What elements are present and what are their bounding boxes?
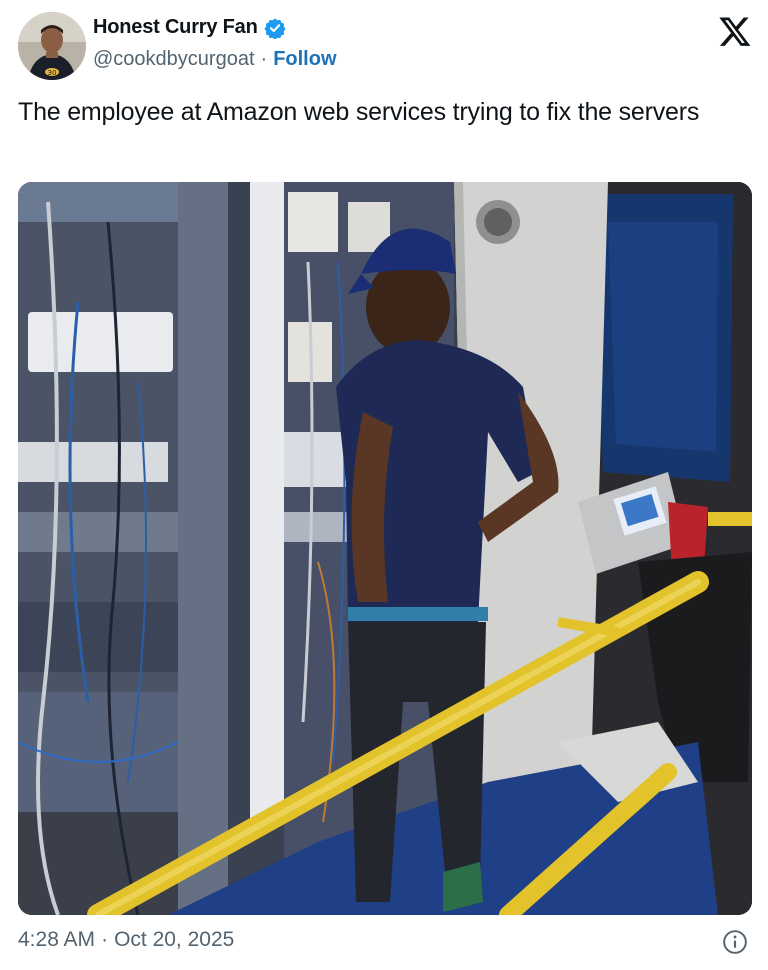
author-handle-row: @cookdbycurgoat · Follow <box>93 48 337 71</box>
svg-text:30: 30 <box>48 69 57 77</box>
player-avatar-icon: 30 <box>18 12 86 80</box>
info-icon[interactable] <box>722 929 748 955</box>
author-display-name[interactable]: Honest Curry Fan <box>93 16 258 39</box>
author-name-row: Honest Curry Fan <box>93 16 286 39</box>
tweet-date: Oct 20, 2025 <box>114 928 235 951</box>
author-handle[interactable]: @cookdbycurgoat <box>93 48 255 71</box>
tweet-timestamp[interactable]: 4:28 AM · Oct 20, 2025 <box>18 928 234 952</box>
photo-man-at-server-rack-icon <box>18 182 752 915</box>
tweet-time: 4:28 AM <box>18 928 96 951</box>
timestamp-separator: · <box>101 928 109 951</box>
handle-separator: · <box>260 48 268 70</box>
x-logo-icon[interactable] <box>718 14 752 48</box>
avatar[interactable]: 30 <box>18 12 86 80</box>
verified-badge-icon <box>263 17 286 39</box>
tweet-text: The employee at Amazon web services tryi… <box>18 98 700 126</box>
follow-button[interactable]: Follow <box>273 48 336 71</box>
tweet-card: 30 Honest Curry Fan @cookdbycurgoat · Fo… <box>0 0 768 970</box>
tweet-photo[interactable] <box>18 182 752 915</box>
